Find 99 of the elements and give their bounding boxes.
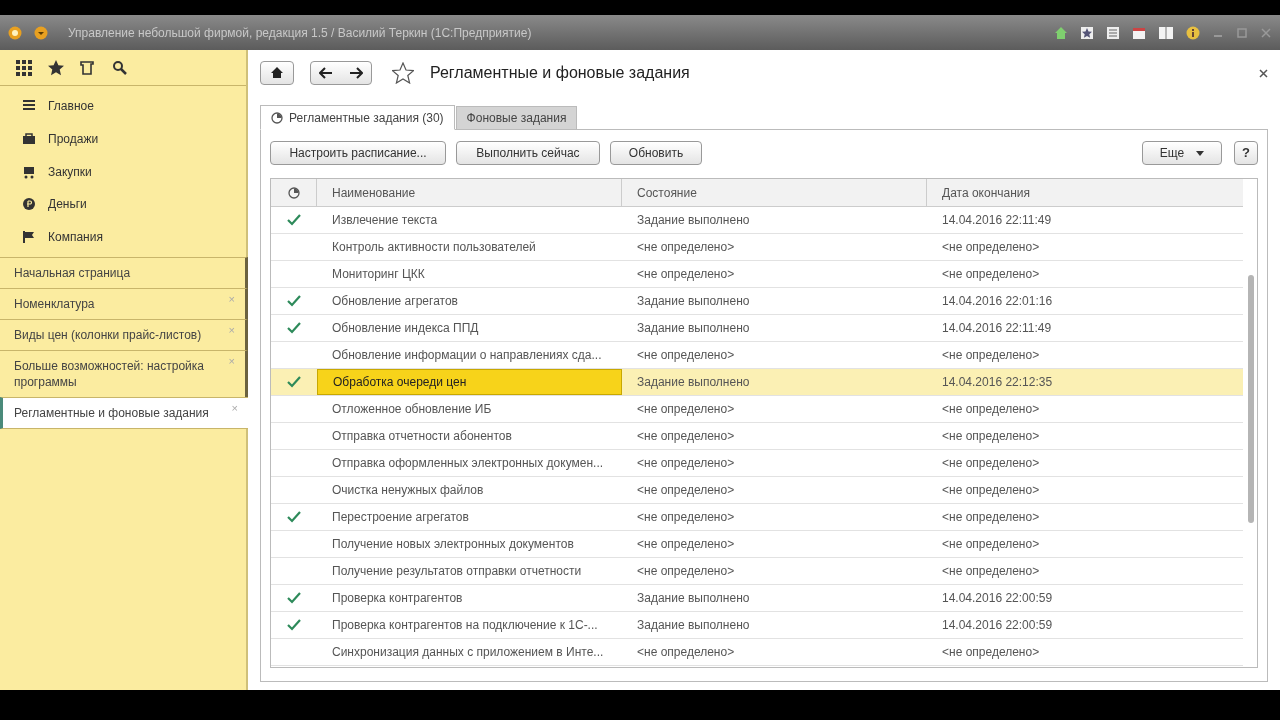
table-cell-text: 14.04.2016 22:00:59 bbox=[941, 590, 1054, 607]
table-cell-text: 14.04.2016 22:00:59 bbox=[941, 617, 1054, 634]
table-cell-text: Отправка отчетности абонентов bbox=[331, 428, 513, 445]
form-title: Регламентные и фоновые задания bbox=[430, 63, 690, 83]
table-cell-text: <не определено> bbox=[636, 347, 736, 364]
section-link[interactable]: Деньги bbox=[48, 195, 87, 214]
column-header[interactable]: Наименование bbox=[317, 179, 622, 206]
open-window-item[interactable]: Больше возможностей: настройка программы × bbox=[0, 350, 248, 398]
search-icon[interactable] bbox=[112, 59, 128, 76]
scrollbar[interactable] bbox=[1248, 275, 1254, 523]
table-cell-text: Извлечение текста bbox=[331, 212, 439, 229]
table-cell-text: <не определено> bbox=[636, 536, 736, 553]
table-cell-text: <не определено> bbox=[941, 266, 1041, 283]
home-icon[interactable] bbox=[1054, 25, 1068, 40]
open-window-item[interactable]: Начальная страница bbox=[0, 257, 248, 289]
table-cell-text: Отправка оформленных электронных докумен... bbox=[331, 455, 605, 472]
table-cell-text: 14.04.2016 22:01:16 bbox=[941, 293, 1054, 310]
table-cell-text: Обновление индекса ППД bbox=[331, 320, 480, 337]
scroll-icon[interactable] bbox=[80, 59, 96, 76]
open-window-item[interactable]: Виды цен (колонки прайс-листов) × bbox=[0, 319, 248, 351]
table-cell-text: <не определено> bbox=[941, 482, 1041, 499]
tab[interactable]: Фоновые задания bbox=[455, 106, 578, 130]
close-icon[interactable] bbox=[1259, 68, 1268, 78]
table-cell-text: Обновление информации о направлениях сда... bbox=[331, 347, 603, 364]
column-header[interactable]: Дата окончания bbox=[927, 179, 1243, 206]
table-cell-text: Отложенное обновление ИБ bbox=[331, 401, 493, 418]
grid-icon[interactable] bbox=[16, 59, 32, 76]
star-icon[interactable] bbox=[392, 62, 414, 84]
open-window-item[interactable]: Номенклатура × bbox=[0, 288, 248, 320]
table-cell-text: Мониторинг ЦКК bbox=[331, 266, 426, 283]
table-cell-text: <не определено> bbox=[636, 482, 736, 499]
clock-icon bbox=[287, 186, 300, 199]
table-cell-text: <не определено> bbox=[941, 401, 1041, 418]
clock-icon bbox=[271, 111, 283, 124]
table-cell-text: Получение новых электронных документов bbox=[331, 536, 575, 553]
table-cell-text: Проверка контрагентов bbox=[331, 590, 464, 607]
section-link[interactable]: Компания bbox=[48, 228, 103, 247]
table-cell-text: 14.04.2016 22:11:49 bbox=[941, 320, 1053, 337]
table-cell-text: <не определено> bbox=[636, 509, 736, 526]
info-icon[interactable] bbox=[1186, 25, 1200, 40]
table-cell-text: Задание выполнено bbox=[636, 320, 751, 337]
table-cell-text: <не определено> bbox=[636, 563, 736, 580]
star-icon[interactable] bbox=[1080, 25, 1094, 40]
calendar-icon[interactable] bbox=[1132, 25, 1146, 40]
table-cell-text: Перестроение агрегатов bbox=[331, 509, 470, 526]
table-cell-text: <не определено> bbox=[636, 455, 736, 472]
open-window-item[interactable]: Регламентные и фоновые задания × bbox=[0, 397, 248, 430]
tab[interactable]: Регламентные задания (30) bbox=[260, 105, 455, 130]
bag-icon bbox=[22, 132, 36, 147]
table-cell-text: Синхронизация данных с приложением в Инте... bbox=[331, 644, 605, 661]
home-button[interactable] bbox=[260, 61, 294, 85]
table-cell-text: 14.04.2016 22:12:35 bbox=[941, 374, 1054, 391]
table-cell-text: Задание выполнено bbox=[636, 374, 751, 391]
panel-icon[interactable] bbox=[1158, 25, 1174, 40]
table-cell-text: Проверка контрагентов на подключение к 1С-... bbox=[331, 617, 599, 634]
more-button[interactable]: Еще bbox=[1142, 141, 1222, 165]
forward-icon[interactable] bbox=[349, 67, 363, 79]
table-row[interactable]: Обработка очереди цен Задание выполнено 14.04.2016 22:12:35 bbox=[271, 369, 1243, 396]
table-cell-text: 14.04.2016 22:11:49 bbox=[941, 212, 1053, 229]
table-cell-text: <не определено> bbox=[636, 644, 736, 661]
table-cell-text: <не определено> bbox=[941, 347, 1041, 364]
table-cell-text: <не определено> bbox=[636, 266, 736, 283]
home-icon bbox=[271, 67, 283, 79]
table-cell-text: <не определено> bbox=[941, 509, 1041, 526]
section-link[interactable]: Продажи bbox=[48, 130, 99, 149]
section-link[interactable]: Закупки bbox=[48, 162, 92, 181]
table-cell-text: <не определено> bbox=[941, 239, 1041, 256]
help-button[interactable]: ? bbox=[1234, 141, 1258, 165]
table-cell: Обработка очереди цен bbox=[317, 369, 622, 395]
table-cell-text: Задание выполнено bbox=[636, 617, 751, 634]
table-cell-text: Получение результатов отправки отчетности bbox=[331, 563, 583, 580]
table-cell-text: Очистка ненужных файлов bbox=[331, 482, 485, 499]
table-cell-text: Задание выполнено bbox=[636, 212, 751, 229]
table-cell-text: <не определено> bbox=[636, 428, 736, 445]
table-cell-text: Обновление агрегатов bbox=[331, 293, 459, 310]
table-cell-text: Задание выполнено bbox=[636, 590, 751, 607]
flag-icon bbox=[22, 230, 36, 245]
toolbar-button[interactable]: Обновить bbox=[610, 141, 702, 165]
table-cell-text: <не определено> bbox=[636, 239, 736, 256]
section-link[interactable]: Главное bbox=[48, 97, 94, 116]
table-cell-text: <не определено> bbox=[941, 455, 1041, 472]
table-cell-text: <не определено> bbox=[941, 644, 1041, 661]
cart-icon bbox=[22, 164, 36, 179]
table-cell-text: <не определено> bbox=[941, 536, 1041, 553]
table-cell-text: <не определено> bbox=[941, 563, 1041, 580]
logo-icon bbox=[8, 25, 22, 40]
column-header[interactable]: Состояние bbox=[622, 179, 927, 206]
toolbar-button[interactable]: Выполнить сейчас bbox=[456, 141, 600, 165]
table-cell-text: <не определено> bbox=[941, 428, 1041, 445]
toolbar-button[interactable]: Настроить расписание... bbox=[270, 141, 446, 165]
coin-icon bbox=[22, 197, 36, 212]
table-cell-text: <не определено> bbox=[636, 401, 736, 418]
back-icon[interactable] bbox=[319, 67, 333, 79]
table-cell-text: Задание выполнено bbox=[636, 293, 751, 310]
star-icon[interactable] bbox=[48, 59, 64, 76]
table-cell-text: Контроль активности пользователей bbox=[331, 239, 537, 256]
menu-icon[interactable] bbox=[34, 25, 48, 40]
window-title: Управление небольшой фирмой, редакция 1.5 / Василий Теркин (1С:Предприятие) bbox=[68, 24, 532, 42]
caret-icon bbox=[1196, 150, 1205, 156]
